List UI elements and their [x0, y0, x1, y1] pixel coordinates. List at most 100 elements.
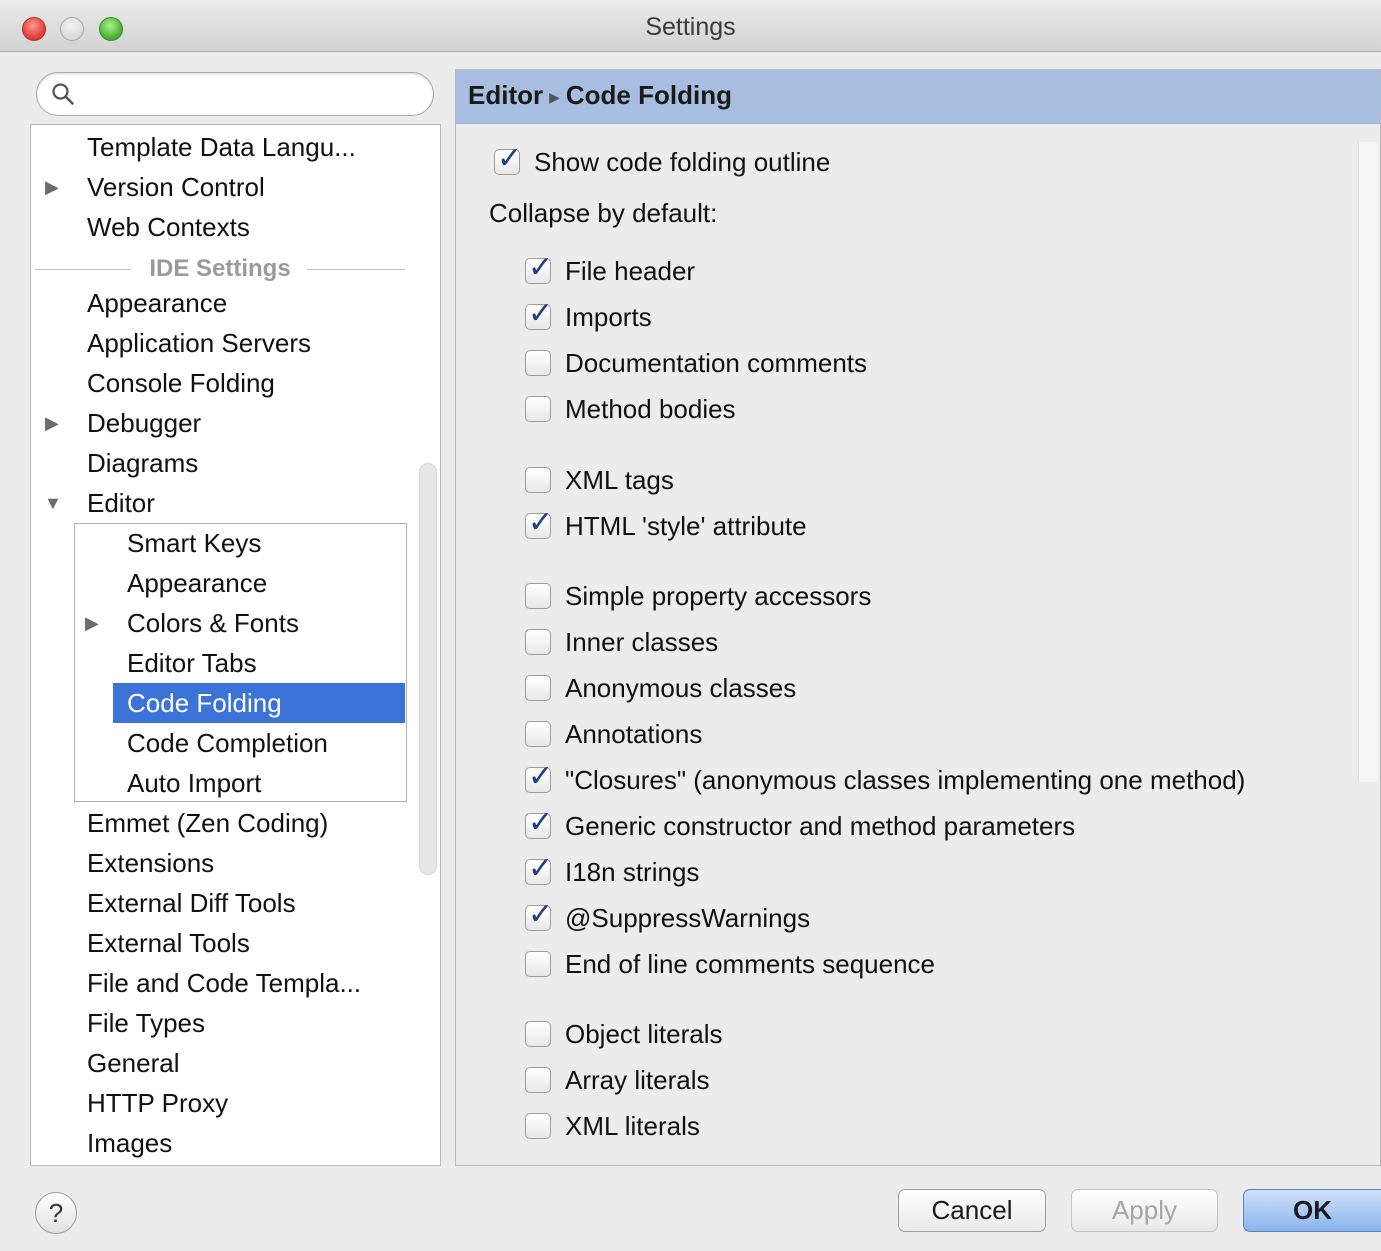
- checkbox[interactable]: [525, 467, 551, 493]
- option-simple-property-accessors[interactable]: Simple property accessors: [525, 578, 871, 614]
- checkbox[interactable]: [525, 629, 551, 655]
- apply-button[interactable]: Apply: [1071, 1189, 1218, 1232]
- tree-item-code-folding[interactable]: Code Folding: [127, 683, 282, 723]
- checkbox[interactable]: [525, 897, 553, 932]
- tree-item-smart-keys[interactable]: Smart Keys: [127, 523, 261, 563]
- option-closures[interactable]: "Closures" (anonymous classes implementi…: [525, 759, 1245, 798]
- window-title: Settings: [645, 13, 736, 41]
- checkbox[interactable]: [525, 721, 551, 747]
- breadcrumb-parent: Editor: [468, 80, 544, 110]
- option-method-bodies[interactable]: Method bodies: [525, 391, 736, 427]
- checkbox[interactable]: [525, 350, 551, 376]
- breadcrumb-bar: Editor ▶ Code Folding: [456, 70, 1380, 124]
- collapse-by-default-label: Collapse by default:: [489, 198, 718, 228]
- option-imports[interactable]: Imports: [525, 296, 652, 335]
- option-label: File header: [565, 255, 696, 286]
- show-outline-label: Show code folding outline: [534, 146, 831, 177]
- settings-search-field[interactable]: [36, 72, 434, 116]
- checkbox[interactable]: [525, 1113, 551, 1139]
- checkbox[interactable]: [525, 951, 551, 977]
- expand-arrow-icon[interactable]: ▶: [85, 603, 99, 643]
- option-label: @SuppressWarnings: [565, 902, 811, 933]
- tree-item-editor-tabs[interactable]: Editor Tabs: [127, 643, 257, 683]
- checkbox[interactable]: [525, 759, 553, 794]
- option-label: XML literals: [565, 1110, 700, 1141]
- option-i18n-strings[interactable]: I18n strings: [525, 851, 700, 890]
- option-xml-tags[interactable]: XML tags: [525, 462, 674, 498]
- checkbox[interactable]: [525, 851, 553, 886]
- tree-item-external-tools[interactable]: External Tools: [87, 923, 250, 963]
- option-label: Annotations: [565, 718, 703, 749]
- checkbox[interactable]: [525, 583, 551, 609]
- checkbox[interactable]: [525, 396, 551, 422]
- ok-button[interactable]: OK: [1243, 1189, 1381, 1232]
- checkbox[interactable]: [525, 1067, 551, 1093]
- option-label: Imports: [565, 301, 652, 332]
- option-documentation-comments[interactable]: Documentation comments: [525, 345, 867, 381]
- cancel-button[interactable]: Cancel: [898, 1189, 1046, 1232]
- content-scrollbar[interactable]: [1358, 142, 1378, 782]
- tree-item-diagrams[interactable]: Diagrams: [87, 443, 198, 483]
- tree-item-editor[interactable]: Editor: [87, 483, 155, 523]
- checkbox[interactable]: [525, 250, 553, 285]
- tree-item-code-completion[interactable]: Code Completion: [127, 723, 328, 763]
- checkbox[interactable]: [525, 805, 553, 840]
- option-label: Documentation comments: [565, 347, 868, 378]
- option-file-header[interactable]: File header: [525, 250, 696, 289]
- option-array-literals[interactable]: Array literals: [525, 1062, 709, 1098]
- tree-item-external-diff-tools[interactable]: External Diff Tools: [87, 883, 296, 923]
- tree-item-template-data-languages[interactable]: Template Data Langu...: [87, 127, 356, 167]
- tree-item-web-contexts[interactable]: Web Contexts: [87, 207, 250, 247]
- option-label: End of line comments sequence: [565, 948, 935, 979]
- tree-item-console-folding[interactable]: Console Folding: [87, 363, 275, 403]
- tree-item-appearance[interactable]: Appearance: [87, 283, 227, 323]
- breadcrumb-arrow-icon: ▶: [549, 88, 560, 105]
- tree-item-editor-appearance[interactable]: Appearance: [127, 563, 267, 603]
- option-xml-literals[interactable]: XML literals: [525, 1108, 700, 1144]
- breadcrumb-current: Code Folding: [565, 80, 732, 110]
- settings-tree[interactable]: Template Data Langu... ▶ Version Control…: [30, 124, 441, 1166]
- checkbox[interactable]: [525, 505, 553, 540]
- tree-item-application-servers[interactable]: Application Servers: [87, 323, 311, 363]
- help-button[interactable]: ?: [35, 1192, 77, 1234]
- collapse-arrow-icon[interactable]: ▼: [44, 483, 62, 523]
- option-label: XML tags: [565, 464, 674, 495]
- expand-arrow-icon[interactable]: ▶: [45, 167, 59, 207]
- tree-item-colors-fonts[interactable]: Colors & Fonts: [127, 603, 299, 643]
- show-outline-option[interactable]: Show code folding outline: [494, 141, 831, 180]
- show-outline-checkbox[interactable]: [494, 141, 522, 176]
- tree-item-file-code-templates[interactable]: File and Code Templa...: [87, 963, 361, 1003]
- tree-item-images[interactable]: Images: [87, 1123, 172, 1163]
- search-input[interactable]: [83, 79, 413, 109]
- checkbox[interactable]: [525, 296, 553, 331]
- option-label: Array literals: [565, 1064, 710, 1095]
- option-label: Method bodies: [565, 393, 736, 424]
- checkbox[interactable]: [525, 675, 551, 701]
- option-label: Simple property accessors: [565, 580, 872, 611]
- option-label: HTML 'style' attribute: [565, 510, 807, 541]
- checkbox[interactable]: [525, 1021, 551, 1047]
- option-generic-parameters[interactable]: Generic constructor and method parameter…: [525, 805, 1075, 844]
- tree-item-debugger[interactable]: Debugger: [87, 403, 201, 443]
- tree-item-extensions[interactable]: Extensions: [87, 843, 214, 883]
- option-label: I18n strings: [565, 856, 700, 887]
- expand-arrow-icon[interactable]: ▶: [45, 403, 59, 443]
- option-html-style-attribute[interactable]: HTML 'style' attribute: [525, 505, 807, 544]
- tree-item-http-proxy[interactable]: HTTP Proxy: [87, 1083, 228, 1123]
- option-label: Object literals: [565, 1018, 723, 1049]
- title-bar: Settings: [0, 0, 1381, 52]
- tree-item-general[interactable]: General: [87, 1043, 180, 1083]
- option-label: Inner classes: [565, 626, 719, 657]
- option-annotations[interactable]: Annotations: [525, 716, 702, 752]
- settings-content-panel: Editor ▶ Code Folding Show code folding ou…: [455, 69, 1381, 1166]
- option-anonymous-classes[interactable]: Anonymous classes: [525, 670, 796, 706]
- option-end-of-line-comments[interactable]: End of line comments sequence: [525, 946, 935, 982]
- tree-item-emmet[interactable]: Emmet (Zen Coding): [87, 803, 328, 843]
- option-object-literals[interactable]: Object literals: [525, 1016, 723, 1052]
- tree-item-auto-import[interactable]: Auto Import: [127, 763, 261, 803]
- tree-scrollbar[interactable]: [419, 463, 437, 875]
- tree-item-version-control[interactable]: Version Control: [87, 167, 265, 207]
- option-suppress-warnings[interactable]: @SuppressWarnings: [525, 897, 811, 936]
- tree-item-file-types[interactable]: File Types: [87, 1003, 205, 1043]
- option-inner-classes[interactable]: Inner classes: [525, 624, 718, 660]
